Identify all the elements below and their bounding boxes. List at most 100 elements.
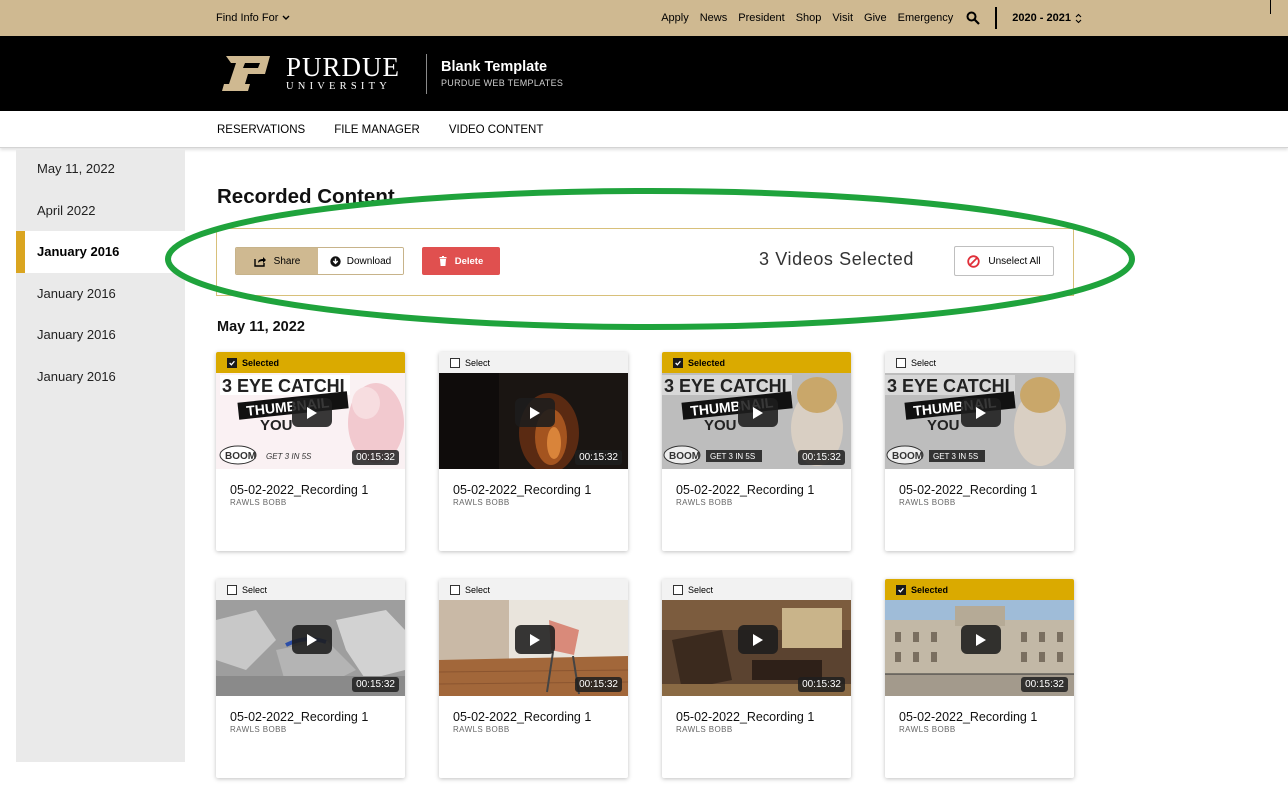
select-toggle[interactable]: Select <box>885 352 1074 373</box>
checkbox-empty-icon <box>450 357 460 368</box>
video-title[interactable]: 05-02-2022_Recording 1 <box>453 483 628 497</box>
play-icon[interactable] <box>292 398 332 427</box>
sidebar-item-may-2022[interactable]: May 11, 2022 <box>16 148 185 190</box>
video-card[interactable]: Selected 00:15:32 05-02-2022_Recording 1… <box>885 579 1074 778</box>
unselect-all-label: Unselect All <box>988 255 1041 267</box>
sidebar-item-january-2016[interactable]: January 2016 <box>16 356 185 398</box>
utility-link-visit[interactable]: Visit <box>832 12 853 24</box>
select-toggle[interactable]: Selected <box>216 352 405 373</box>
video-card[interactable]: Selected 3 EYE CATCHI THUMBNAIL YOU BOOM… <box>662 352 851 551</box>
play-icon[interactable] <box>961 398 1001 427</box>
video-owner: RAWLS BOBB <box>230 725 287 734</box>
unselect-all-button[interactable]: Unselect All <box>954 246 1054 276</box>
sidebar-item-january-2016[interactable]: January 2016 <box>16 314 185 356</box>
play-icon[interactable] <box>961 625 1001 654</box>
video-duration: 00:15:32 <box>352 450 399 465</box>
select-toggle[interactable]: Select <box>216 579 405 600</box>
select-toggle[interactable]: Selected <box>885 579 1074 600</box>
year-select[interactable]: 2020 - 2021 <box>1012 12 1082 24</box>
video-thumbnail[interactable]: 00:15:32 <box>885 600 1074 696</box>
delete-button[interactable]: Delete <box>422 247 500 275</box>
video-title[interactable]: 05-02-2022_Recording 1 <box>676 710 851 724</box>
site-title-block[interactable]: Blank Template PURDUE WEB TEMPLATES <box>441 59 563 88</box>
play-icon[interactable] <box>515 398 555 427</box>
play-icon[interactable] <box>738 625 778 654</box>
checkbox-checked-icon <box>673 357 683 368</box>
video-title[interactable]: 05-02-2022_Recording 1 <box>899 710 1074 724</box>
video-title[interactable]: 05-02-2022_Recording 1 <box>899 483 1074 497</box>
search-icon[interactable] <box>966 11 981 25</box>
video-thumbnail[interactable]: 00:15:32 <box>216 600 405 696</box>
site-header: PURDUE UNIVERSITY Blank Template PURDUE … <box>0 36 1288 111</box>
share-icon <box>253 256 266 267</box>
checkbox-checked-icon <box>227 357 237 368</box>
find-info-dropdown[interactable]: Find Info For <box>216 12 290 24</box>
utility-link-president[interactable]: President <box>738 12 784 24</box>
video-thumbnail[interactable]: 3 EYE CATCHI THUMBNAIL YOU BOOM GET 3 IN… <box>216 373 405 469</box>
select-status-label: Select <box>465 357 491 368</box>
checkbox-empty-icon <box>896 357 906 368</box>
utility-link-news[interactable]: News <box>700 12 728 24</box>
share-download-group: Share Download <box>235 247 404 275</box>
utility-link-shop[interactable]: Shop <box>796 12 822 24</box>
video-card[interactable]: Select 00:15:32 05-02-2022_Recording 1 R… <box>662 579 851 778</box>
svg-text:GET 3 IN 5S: GET 3 IN 5S <box>710 452 755 461</box>
video-owner: RAWLS BOBB <box>676 498 733 507</box>
video-thumbnail[interactable]: 00:15:32 <box>439 600 628 696</box>
select-toggle[interactable]: Select <box>439 579 628 600</box>
nav-file-manager[interactable]: FILE MANAGER <box>334 124 420 136</box>
video-card[interactable]: Select 00:15:32 05-02-2022_Recording 1 R… <box>216 579 405 778</box>
utility-bar: Find Info For Apply News President Shop … <box>0 0 1288 36</box>
svg-text:3 EYE CATCHI: 3 EYE CATCHI <box>664 376 787 396</box>
chevron-up-down-icon <box>1075 13 1082 23</box>
main-nav: RESERVATIONS FILE MANAGER VIDEO CONTENT <box>0 111 1288 148</box>
video-thumbnail[interactable]: 00:15:32 <box>439 373 628 469</box>
video-thumbnail[interactable]: 00:15:32 <box>662 600 851 696</box>
share-button[interactable]: Share <box>236 248 318 274</box>
selection-toolbar: Share Download Delete 3 Videos Selected … <box>216 228 1074 296</box>
utility-link-apply[interactable]: Apply <box>661 12 689 24</box>
select-status-label: Selected <box>688 357 726 368</box>
video-card[interactable]: Select 00:15:32 05-02-2022_Recording 1 R… <box>439 579 628 778</box>
sidebar-item-january-2016-active[interactable]: January 2016 <box>16 231 185 273</box>
nav-reservations[interactable]: RESERVATIONS <box>217 124 305 136</box>
select-toggle[interactable]: Selected <box>662 352 851 373</box>
video-title[interactable]: 05-02-2022_Recording 1 <box>230 483 405 497</box>
video-duration: 00:15:32 <box>575 677 622 692</box>
checkbox-empty-icon <box>673 584 683 595</box>
video-thumbnail[interactable]: 3 EYE CATCHI THUMBNAIL YOU BOOM GET 3 IN… <box>662 373 851 469</box>
video-title[interactable]: 05-02-2022_Recording 1 <box>676 483 851 497</box>
select-toggle[interactable]: Select <box>439 352 628 373</box>
video-card[interactable]: Selected 3 EYE CATCHI THUMBNAIL YOU BOOM… <box>216 352 405 551</box>
video-title[interactable]: 05-02-2022_Recording 1 <box>230 710 405 724</box>
video-title[interactable]: 05-02-2022_Recording 1 <box>453 710 628 724</box>
nav-items: RESERVATIONS FILE MANAGER VIDEO CONTENT <box>217 111 543 148</box>
sidebar-item-april-2022[interactable]: April 2022 <box>16 190 185 232</box>
download-button[interactable]: Download <box>318 248 403 274</box>
svg-text:BOOM: BOOM <box>669 451 700 462</box>
play-icon[interactable] <box>292 625 332 654</box>
nav-video-content[interactable]: VIDEO CONTENT <box>449 124 544 136</box>
header-divider <box>426 54 427 94</box>
sidebar-item-january-2016[interactable]: January 2016 <box>16 273 185 315</box>
date-sidebar: May 11, 2022 April 2022 January 2016 Jan… <box>16 150 185 762</box>
purdue-logo[interactable]: PURDUE UNIVERSITY <box>218 54 400 93</box>
video-card[interactable]: Select 00:15:32 05-02-2022_Recording 1 R… <box>439 352 628 551</box>
video-card[interactable]: Select 3 EYE CATCHI THUMBNAIL YOU BOOM G… <box>885 352 1074 551</box>
video-owner: RAWLS BOBB <box>453 725 510 734</box>
section-heading: May 11, 2022 <box>217 319 305 335</box>
corner-marker <box>1270 0 1271 14</box>
find-info-label: Find Info For <box>216 12 279 24</box>
play-icon[interactable] <box>738 398 778 427</box>
checkbox-checked-icon <box>896 584 906 595</box>
utility-link-give[interactable]: Give <box>864 12 887 24</box>
video-duration: 00:15:32 <box>1021 677 1068 692</box>
play-icon[interactable] <box>515 625 555 654</box>
svg-text:YOU: YOU <box>260 417 293 434</box>
utility-link-emergency[interactable]: Emergency <box>898 12 954 24</box>
checkbox-empty-icon <box>227 584 237 595</box>
trash-icon <box>439 256 447 266</box>
video-thumbnail[interactable]: 3 EYE CATCHI THUMBNAIL YOU BOOM GET 3 IN… <box>885 373 1074 469</box>
select-toggle[interactable]: Select <box>662 579 851 600</box>
logo-word: PURDUE <box>286 52 401 82</box>
